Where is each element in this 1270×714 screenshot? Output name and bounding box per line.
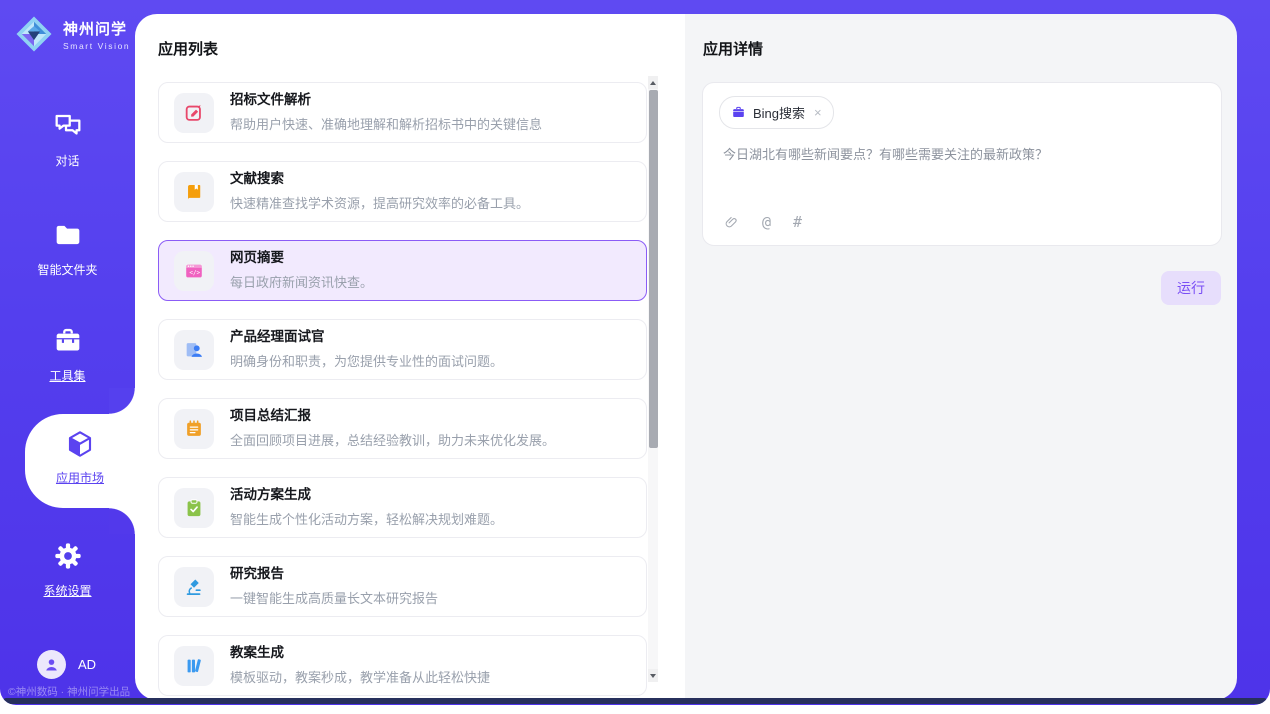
content-area: 应用列表 招标文件解析 帮助用户快速、准确地理解和解析招标书 (135, 14, 1237, 700)
brand-logo: 神州问学 Smart Vision (13, 13, 130, 55)
toolbox-icon (52, 325, 84, 357)
scroll-down-button[interactable] (648, 669, 658, 682)
book-icon (174, 172, 214, 212)
memo-icon (174, 409, 214, 449)
cube-icon (64, 428, 96, 460)
app-card-pm-interviewer[interactable]: 产品经理面试官 明确身份和职责，为您提供专业性的面试问题。 (158, 319, 647, 380)
app-detail-panel: 应用详情 Bing搜索 × 今日湖北有哪些新闻要点？有哪些需要关注的最新政策？ (685, 14, 1237, 700)
triangle-up-icon (650, 81, 656, 85)
list-scrollbar[interactable] (648, 76, 658, 682)
interviewer-icon (174, 330, 214, 370)
sidebar-item-app-market[interactable]: 应用市场 (25, 414, 135, 508)
briefcase-icon (731, 105, 746, 120)
app-title: 文献搜索 (230, 171, 529, 187)
webpage-code-icon: </> (174, 251, 214, 291)
app-title: 招标文件解析 (230, 92, 542, 108)
gear-icon (52, 540, 84, 572)
mention-icon[interactable]: @ (762, 213, 771, 231)
prompt-text-input[interactable]: 今日湖北有哪些新闻要点？有哪些需要关注的最新政策？ (723, 145, 1201, 165)
app-description: 全面回顾项目进展，总结经验教训，助力未来优化发展。 (230, 430, 555, 449)
sidebar-item-settings[interactable]: 系统设置 (0, 540, 135, 599)
diamond-logo-icon (13, 13, 55, 55)
folder-icon (52, 219, 84, 251)
app-card-literature-search[interactable]: 文献搜索 快速精准查找学术资源，提高研究效率的必备工具。 (158, 161, 647, 222)
app-title: 网页摘要 (230, 250, 373, 266)
app-description: 帮助用户快速、准确地理解和解析招标书中的关键信息 (230, 114, 542, 133)
sidebar-item-toolset[interactable]: 工具集 (0, 325, 135, 384)
bottom-edge-bar (3, 698, 1267, 704)
brand-subtitle: Smart Vision (63, 41, 130, 51)
app-title: 研究报告 (230, 566, 438, 582)
clipboard-check-icon (174, 488, 214, 528)
app-description: 明确身份和职责，为您提供专业性的面试问题。 (230, 351, 503, 370)
books-icon (174, 646, 214, 686)
svg-text:</>: </> (189, 269, 200, 276)
copyright-text: ©神州数码 · 神州问学出品 (8, 684, 130, 699)
hashtag-icon[interactable]: # (793, 213, 802, 231)
sidebar-item-chat[interactable]: 对话 (0, 110, 135, 169)
app-title: 产品经理面试官 (230, 329, 503, 345)
app-title: 教案生成 (230, 645, 490, 661)
app-description: 一键智能生成高质量长文本研究报告 (230, 588, 438, 607)
sidebar-item-label: 应用市场 (25, 469, 135, 486)
chip-close-icon[interactable]: × (814, 105, 822, 120)
app-card-lesson-plan[interactable]: 教案生成 模板驱动，教案秒成，教学准备从此轻松快捷 (158, 635, 647, 696)
app-card-event-plan[interactable]: 活动方案生成 智能生成个性化活动方案，轻松解决规划难题。 (158, 477, 647, 538)
app-title: 项目总结汇报 (230, 408, 555, 424)
app-list-panel: 应用列表 招标文件解析 帮助用户快速、准确地理解和解析招标书 (135, 14, 685, 700)
attachment-icon[interactable] (723, 214, 740, 231)
scrollbar-thumb[interactable] (649, 90, 658, 448)
app-card-research-report[interactable]: 研究报告 一键智能生成高质量长文本研究报告 (158, 556, 647, 617)
microscope-icon (174, 567, 214, 607)
sidebar-item-smart-folder[interactable]: 智能文件夹 (0, 219, 135, 278)
sidebar-item-label: 智能文件夹 (0, 261, 135, 278)
app-detail-heading: 应用详情 (703, 38, 763, 59)
app-description: 智能生成个性化活动方案，轻松解决规划难题。 (230, 509, 503, 528)
triangle-down-icon (650, 674, 656, 678)
app-description: 快速精准查找学术资源，提高研究效率的必备工具。 (230, 193, 529, 212)
sidebar-item-label: 工具集 (0, 367, 135, 384)
avatar (37, 650, 66, 679)
scroll-up-button[interactable] (648, 76, 658, 89)
app-description: 模板驱动，教案秒成，教学准备从此轻松快捷 (230, 667, 490, 686)
app-description: 每日政府新闻资讯快查。 (230, 272, 373, 291)
prompt-composer: Bing搜索 × 今日湖北有哪些新闻要点？有哪些需要关注的最新政策？ @ # (702, 82, 1222, 246)
chat-icon (52, 110, 84, 142)
app-title: 活动方案生成 (230, 487, 503, 503)
sidebar-item-label: 系统设置 (0, 582, 135, 599)
brand-title: 神州问学 (63, 18, 130, 39)
user-account[interactable]: AD (37, 650, 96, 679)
app-list-heading: 应用列表 (158, 38, 218, 59)
app-list: 招标文件解析 帮助用户快速、准确地理解和解析招标书中的关键信息 文 (158, 82, 647, 700)
app-card-web-summary[interactable]: </> 网页摘要 每日政府新闻资讯快查。 (158, 240, 647, 301)
sidebar-item-label: 对话 (0, 152, 135, 169)
app-window: 神州问学 Smart Vision 对话 (0, 0, 1270, 705)
tool-chip-bing-search[interactable]: Bing搜索 × (719, 96, 834, 129)
screen: 神州问学 Smart Vision 对话 (0, 0, 1270, 714)
app-card-project-report[interactable]: 项目总结汇报 全面回顾项目进展，总结经验教训，助力未来优化发展。 (158, 398, 647, 459)
bid-document-icon (174, 93, 214, 133)
tool-chip-label: Bing搜索 (753, 103, 805, 122)
app-card-bid-parse[interactable]: 招标文件解析 帮助用户快速、准确地理解和解析招标书中的关键信息 (158, 82, 647, 143)
run-button[interactable]: 运行 (1161, 271, 1221, 305)
composer-toolbar: @ # (723, 213, 802, 231)
user-name: AD (78, 657, 96, 672)
sidebar: 神州问学 Smart Vision 对话 (0, 0, 135, 705)
